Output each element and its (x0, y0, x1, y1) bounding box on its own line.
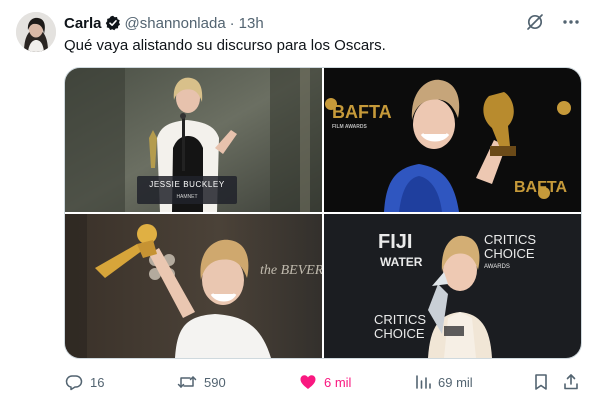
more-icon[interactable] (560, 11, 582, 33)
media-grid: JESSIE BUCKLEY HAMNET BAFTA FILM AWARDS … (64, 67, 582, 359)
reply-count: 16 (90, 374, 105, 390)
engagement-bar: 16 590 6 mil 69 mil (64, 372, 584, 392)
like-action[interactable]: 6 mil (298, 372, 351, 392)
cc-text-line3: AWARDS (484, 264, 510, 270)
share-action[interactable] (562, 372, 580, 392)
tweet-card[interactable]: Carla @shannonlada · 13h Qué vaya alista (0, 0, 596, 400)
grok-icon[interactable] (524, 11, 546, 33)
share-icon (564, 374, 578, 390)
top-actions (524, 11, 582, 33)
tweet-text: Qué vaya alistando su discurso para los … (64, 37, 386, 54)
caption-name: JESSIE BUCKLEY (149, 180, 225, 189)
cc-text-line2: CHOICE (484, 246, 535, 261)
avatar[interactable] (16, 12, 56, 52)
repost-count: 590 (204, 374, 226, 390)
caption-film: HAMNET (176, 194, 197, 200)
views-action[interactable]: 69 mil (414, 372, 473, 392)
bafta-sub-left: FILM AWARDS (332, 124, 367, 130)
cc-text-bottom-line1: CRITICS (374, 312, 426, 327)
reply-action[interactable]: 16 (64, 372, 104, 392)
views-count: 69 mil (438, 374, 473, 390)
fiji-text-line1: FIJI (378, 231, 412, 253)
bookmark-action[interactable] (532, 372, 550, 392)
tweet-header: Carla @shannonlada · 13h (64, 13, 506, 33)
display-name[interactable]: Carla (64, 15, 102, 32)
photo-critics-choice-awards[interactable]: FIJI WATER CRITICS CHOICE AWARDS CRITICS… (324, 214, 581, 358)
repost-icon (177, 376, 197, 388)
heart-icon (300, 375, 316, 389)
photo-golden-globes-speech[interactable]: JESSIE BUCKLEY HAMNET (65, 68, 322, 212)
bafta-text-left: BAFTA (332, 102, 392, 122)
like-count: 6 mil (324, 374, 352, 390)
fiji-text-line2: WATER (380, 255, 423, 269)
timestamp[interactable]: 13h (239, 15, 264, 32)
repost-action[interactable]: 590 (176, 372, 226, 392)
verified-badge-icon (105, 15, 121, 31)
cc-text-line1: CRITICS (484, 232, 536, 247)
separator-dot: · (229, 14, 235, 32)
views-icon (416, 375, 431, 389)
backdrop-text: the BEVERLY H (260, 263, 322, 278)
author-handle[interactable]: @shannonlada (125, 15, 226, 32)
photo-golden-globe-trophy[interactable]: the BEVERLY H (65, 214, 322, 358)
reply-icon (65, 375, 83, 391)
bookmark-icon (535, 374, 547, 390)
photo-bafta-awards[interactable]: BAFTA FILM AWARDS BAFTA (324, 68, 581, 212)
cc-text-bottom-line2: CHOICE (374, 326, 425, 341)
